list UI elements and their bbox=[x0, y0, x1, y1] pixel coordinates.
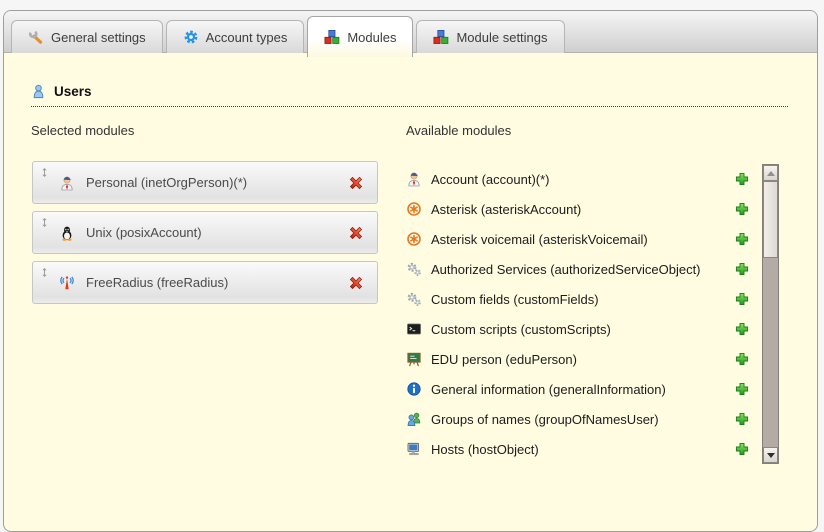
tab-bar: General settings Account types Modules M… bbox=[4, 11, 817, 53]
available-module-row: Account (account)(*) bbox=[406, 164, 750, 194]
wrench-icon bbox=[28, 29, 44, 45]
module-label: Authorized Services (authorizedServiceOb… bbox=[431, 262, 701, 277]
info-icon bbox=[406, 381, 422, 397]
scroll-up-button[interactable] bbox=[763, 165, 778, 181]
available-module-row: EDU person (eduPerson) bbox=[406, 344, 750, 374]
tab-label: Module settings bbox=[456, 30, 547, 45]
delete-icon[interactable] bbox=[348, 175, 364, 191]
configuration-widget: General settings Account types Modules M… bbox=[3, 10, 818, 532]
module-label: Personal (inetOrgPerson)(*) bbox=[86, 175, 247, 190]
add-icon[interactable] bbox=[734, 171, 750, 187]
scroll-down-icon bbox=[767, 453, 775, 458]
tab[interactable]: General settings bbox=[11, 20, 163, 53]
module-label: Asterisk (asteriskAccount) bbox=[431, 202, 581, 217]
gear-icon bbox=[183, 29, 199, 45]
modules-panel: Users Selected modules Available modules… bbox=[4, 53, 817, 531]
gears-icon bbox=[406, 261, 422, 277]
scroll-up-icon bbox=[767, 171, 775, 176]
scrollbar-thumb[interactable] bbox=[763, 181, 778, 258]
tab[interactable]: Modules bbox=[307, 16, 413, 57]
move-icon[interactable] bbox=[39, 167, 50, 178]
selected-module-row[interactable]: Unix (posixAccount) bbox=[32, 211, 378, 254]
available-module-row: Asterisk (asteriskAccount) bbox=[406, 194, 750, 224]
selected-modules-list: Personal (inetOrgPerson)(*) Unix (posixA… bbox=[32, 161, 378, 311]
add-icon[interactable] bbox=[734, 411, 750, 427]
asterisk-icon bbox=[406, 231, 422, 247]
group-icon bbox=[406, 411, 422, 427]
delete-icon[interactable] bbox=[348, 225, 364, 241]
delete-icon[interactable] bbox=[348, 275, 364, 291]
module-label: Asterisk voicemail (asteriskVoicemail) bbox=[431, 232, 648, 247]
move-icon[interactable] bbox=[39, 267, 50, 278]
chalkboard-icon bbox=[406, 351, 422, 367]
module-label: Account (account)(*) bbox=[431, 172, 550, 187]
asterisk-icon bbox=[406, 201, 422, 217]
tab[interactable]: Account types bbox=[166, 20, 305, 53]
person-icon bbox=[59, 175, 75, 191]
blocks-icon bbox=[324, 29, 340, 45]
module-label: Custom fields (customFields) bbox=[431, 292, 599, 307]
available-module-row: Custom fields (customFields) bbox=[406, 284, 750, 314]
available-module-row: Custom scripts (customScripts) bbox=[406, 314, 750, 344]
add-icon[interactable] bbox=[734, 351, 750, 367]
module-label: Unix (posixAccount) bbox=[86, 225, 202, 240]
available-modules-label: Available modules bbox=[406, 123, 511, 138]
user-icon bbox=[31, 84, 46, 99]
module-label: Groups of names (groupOfNamesUser) bbox=[431, 412, 659, 427]
add-icon[interactable] bbox=[734, 321, 750, 337]
tab-label: Modules bbox=[347, 30, 396, 45]
tux-icon bbox=[59, 225, 75, 241]
add-icon[interactable] bbox=[734, 261, 750, 277]
tab-label: Account types bbox=[206, 30, 288, 45]
module-label: Hosts (hostObject) bbox=[431, 442, 539, 457]
add-icon[interactable] bbox=[734, 201, 750, 217]
tab-label: General settings bbox=[51, 30, 146, 45]
gears-icon bbox=[406, 291, 422, 307]
available-modules-list: Account (account)(*) Asterisk (asteriskA… bbox=[406, 164, 750, 464]
available-module-row: General information (generalInformation) bbox=[406, 374, 750, 404]
section-header-users: Users bbox=[31, 84, 788, 107]
available-module-row: Hosts (hostObject) bbox=[406, 434, 750, 464]
blocks-icon bbox=[433, 29, 449, 45]
antenna-icon bbox=[59, 275, 75, 291]
add-icon[interactable] bbox=[734, 381, 750, 397]
selected-module-row[interactable]: Personal (inetOrgPerson)(*) bbox=[32, 161, 378, 204]
add-icon[interactable] bbox=[734, 291, 750, 307]
available-module-row: Groups of names (groupOfNamesUser) bbox=[406, 404, 750, 434]
terminal-icon bbox=[406, 321, 422, 337]
available-modules-scrollbar[interactable] bbox=[762, 164, 779, 464]
person-icon bbox=[406, 171, 422, 187]
module-label: General information (generalInformation) bbox=[431, 382, 666, 397]
section-title: Users bbox=[54, 84, 92, 99]
scroll-down-button[interactable] bbox=[763, 447, 778, 463]
computer-icon bbox=[406, 441, 422, 457]
available-module-row: Authorized Services (authorizedServiceOb… bbox=[406, 254, 750, 284]
module-label: EDU person (eduPerson) bbox=[431, 352, 577, 367]
tab[interactable]: Module settings bbox=[416, 20, 564, 53]
selected-module-row[interactable]: FreeRadius (freeRadius) bbox=[32, 261, 378, 304]
add-icon[interactable] bbox=[734, 441, 750, 457]
selected-modules-label: Selected modules bbox=[31, 123, 134, 138]
add-icon[interactable] bbox=[734, 231, 750, 247]
module-label: FreeRadius (freeRadius) bbox=[86, 275, 228, 290]
available-module-row: Asterisk voicemail (asteriskVoicemail) bbox=[406, 224, 750, 254]
move-icon[interactable] bbox=[39, 217, 50, 228]
module-label: Custom scripts (customScripts) bbox=[431, 322, 611, 337]
